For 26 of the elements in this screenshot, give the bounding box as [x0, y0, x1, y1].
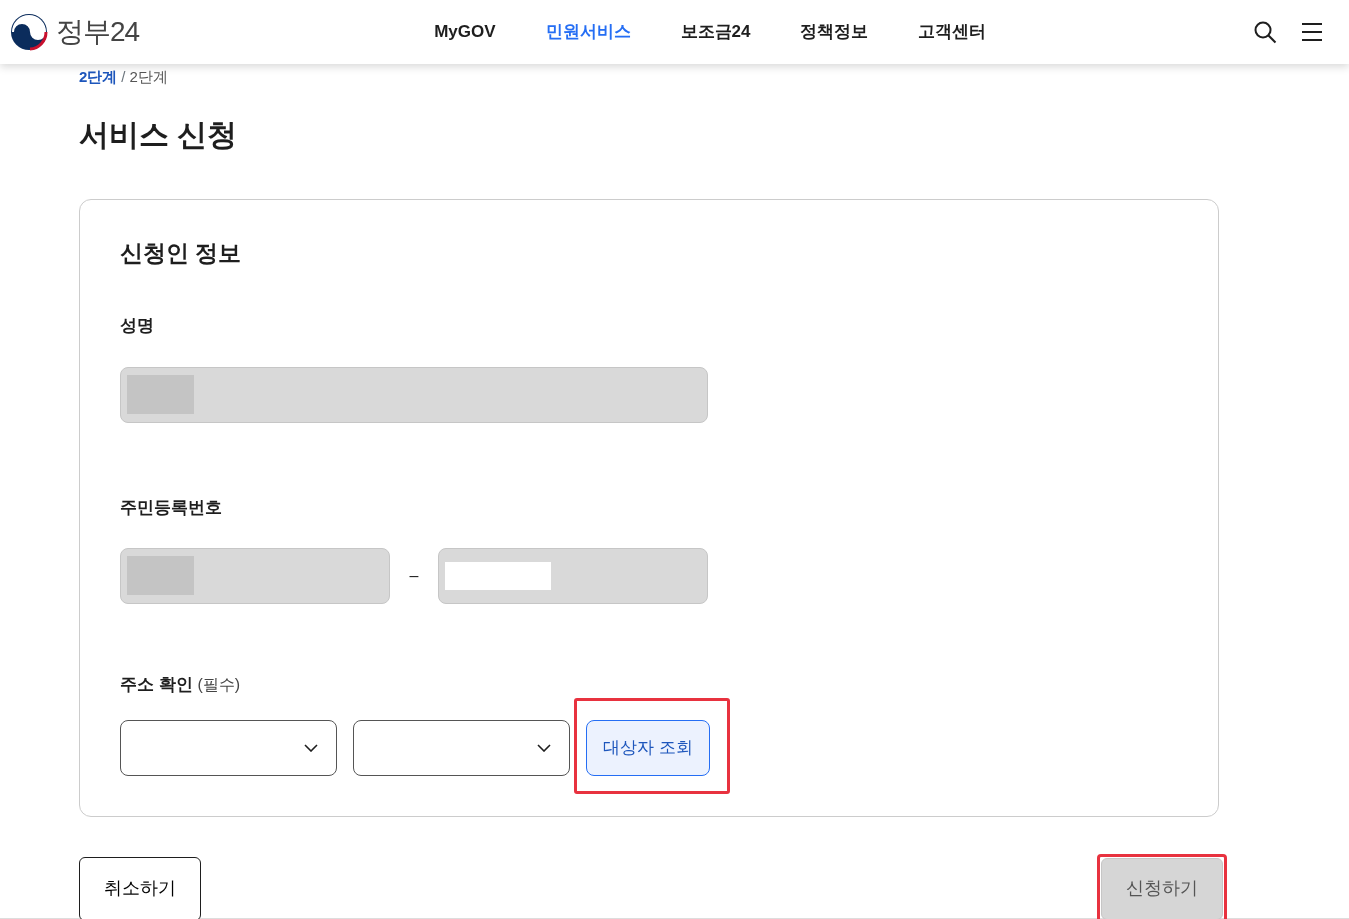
section-title: 신청인 정보 [120, 239, 243, 268]
taegeuk-logo-icon [10, 13, 48, 51]
breadcrumb-link[interactable]: 2단계 [79, 66, 118, 89]
field-label: 성명 [120, 315, 155, 338]
field-label: 주소 확인 [120, 675, 193, 695]
nav-link-item[interactable]: MyGOV [409, 19, 521, 45]
nav-link-item[interactable]: 정책정보 [775, 19, 894, 45]
breadcrumb-current: 2단계 [129, 67, 168, 87]
nav-link-item[interactable]: 민원서비스 [520, 19, 656, 45]
nav-link-item[interactable]: 고객센터 [893, 19, 1012, 45]
logo-link[interactable]: 정부24 [10, 11, 140, 53]
menu-icon[interactable] [1301, 22, 1323, 42]
lookup-button[interactable]: 대상자 조회 [586, 719, 710, 776]
separator-text: – [408, 566, 420, 587]
chevron-down-icon [537, 743, 551, 752]
chevron-down-icon [304, 743, 318, 752]
select-field[interactable] [120, 719, 337, 776]
page-title: 서비스 신청 [79, 116, 239, 153]
nav-link-item[interactable]: 보조금24 [655, 19, 776, 45]
select-field[interactable] [353, 719, 570, 776]
search-icon[interactable] [1253, 20, 1277, 44]
field-label: 주민등록번호 [120, 496, 223, 519]
logo-text: 정부24 [56, 15, 140, 49]
breadcrumb-divider: / [121, 67, 126, 87]
required-note: (필수) [197, 676, 241, 694]
cancel-button[interactable]: 취소하기 [79, 856, 201, 919]
